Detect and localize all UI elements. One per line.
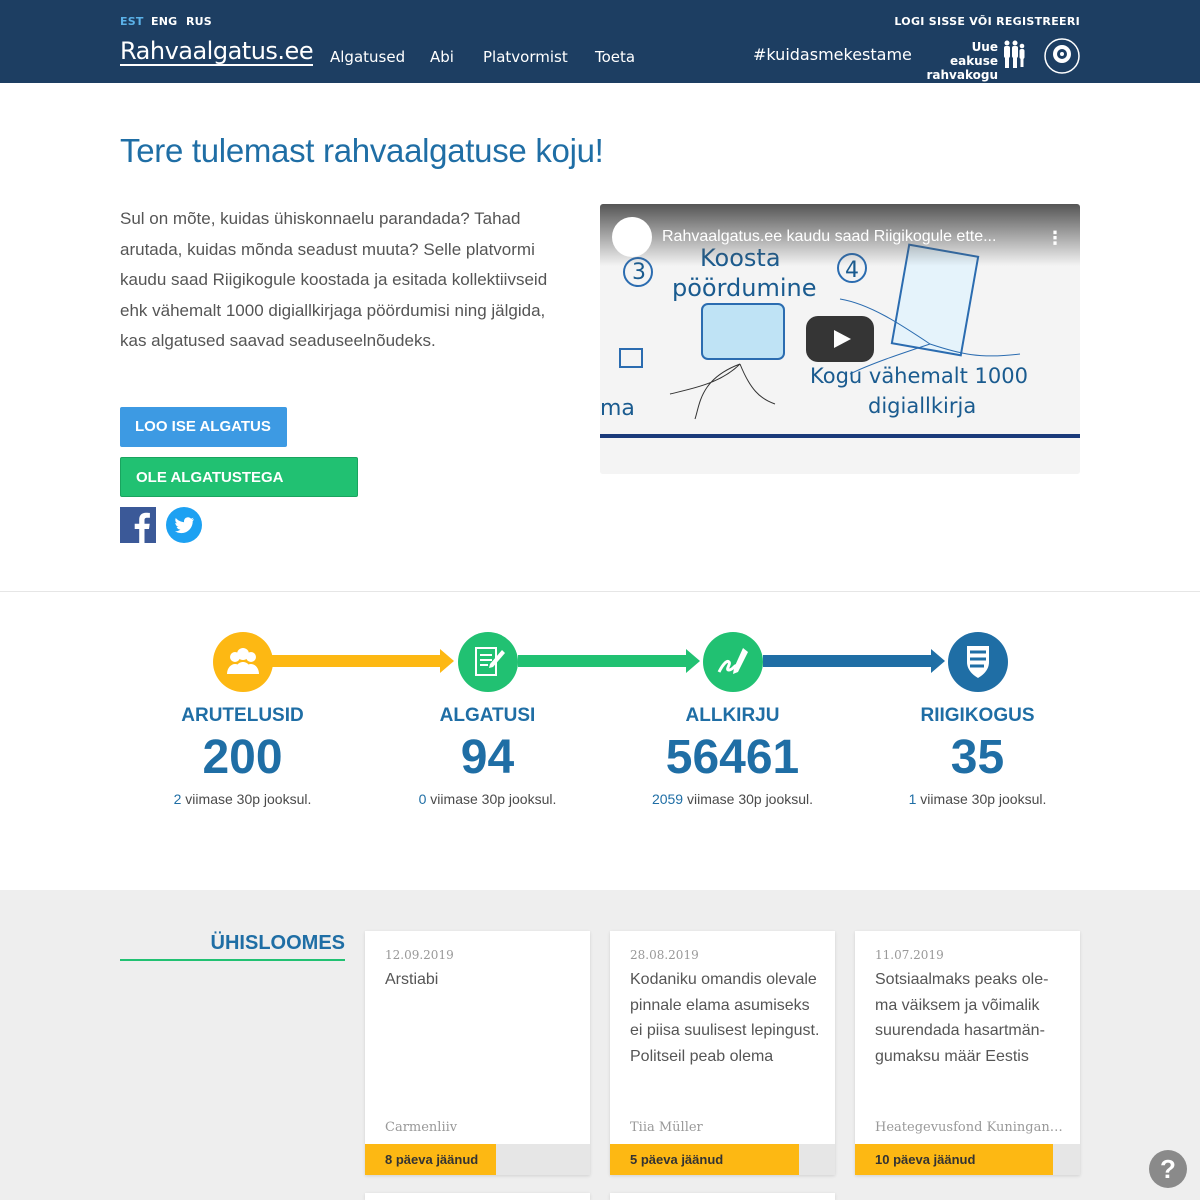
login-link[interactable]: LOGI SISSE VÕI REGISTREERI (894, 15, 1080, 28)
stat-label-discussions: ARUTELUSID (181, 705, 304, 726)
nav-platvormist[interactable]: Platvormist (483, 48, 568, 66)
subscribe-button[interactable]: OLE ALGATUSTEGA KURSIS (120, 457, 358, 526)
stat-recent-initiatives: 0 viimase 30p jooksul. (365, 791, 610, 807)
stat-value-discussions: 200 (202, 731, 283, 784)
kebab-menu-icon[interactable]: ⋮ (1046, 228, 1064, 249)
video-text-digiallkirja: digiallkirja (868, 394, 977, 418)
hashtag-link[interactable]: #kuidasmekestame (753, 45, 912, 64)
initiative-card[interactable]: 11.07.2019 Sotsiaalmaks peaks ole­ma väi… (855, 931, 1080, 1175)
stat-recent-parliament: 1 viimase 30p jooksul. (855, 791, 1100, 807)
nav-algatused[interactable]: Algatused (330, 48, 405, 66)
card-author: Carmenliiv (385, 1120, 458, 1135)
days-left-label: 10 päeva jäänud (875, 1152, 976, 1167)
video-text-poordumine: pöördumine (672, 274, 817, 302)
card-title[interactable]: Arstiabi (385, 967, 575, 993)
play-button[interactable] (806, 316, 874, 362)
initiative-card[interactable]: 28.08.2019 Kodaniku omandis ole­vale pin… (610, 931, 835, 1175)
nav-toeta[interactable]: Toeta (595, 48, 635, 66)
top-header: EST ENG RUS LOGI SISSE VÕI REGISTREERI R… (0, 0, 1200, 83)
video-title[interactable]: Rahvaalgatus.ee kaudu saad Riigikogule e… (662, 228, 1042, 246)
deadline-progress-bar: 10 päeva jäänud (855, 1144, 1080, 1175)
initiative-card-next[interactable] (365, 1193, 590, 1200)
card-author: Heategevusfond Kuninganna Lapsed (875, 1120, 1065, 1135)
facebook-icon[interactable] (120, 507, 156, 543)
channel-avatar[interactable] (612, 217, 652, 257)
document-edit-icon (458, 632, 518, 692)
partner-logo-text: Uue eakuse rahvakogu (926, 40, 998, 82)
stat-recent-suffix: viimase 30p jooksul. (683, 791, 814, 807)
page-title: Tere tulemast rahvaalgatuse koju! (120, 132, 604, 169)
section-divider (0, 591, 1200, 592)
twitter-icon[interactable] (166, 507, 202, 543)
progress-arrow-3 (763, 655, 933, 667)
stat-recent-signatures: 2059 viimase 30p jooksul. (610, 791, 855, 807)
stat-label-parliament: RIIGIKOGUS (920, 705, 1035, 726)
stat-label-signatures: ALLKIRJU (685, 705, 780, 726)
stat-value-signatures: 56461 (665, 731, 800, 784)
nav-abi[interactable]: Abi (430, 48, 454, 66)
intro-video[interactable]: 3 4 Koosta pöördumine Kogu vähemalt 1000… (600, 204, 1080, 474)
lang-rus[interactable]: RUS (186, 15, 212, 28)
lang-est[interactable]: EST (120, 15, 144, 28)
progress-arrow-2 (518, 655, 688, 667)
card-author: Tiia Müller (630, 1120, 703, 1135)
people-icon (213, 632, 273, 692)
site-logo[interactable]: Rahvaalgatus.ee (120, 38, 314, 66)
stat-recent-suffix: viimase 30p jooksul. (181, 791, 312, 807)
signature-icon (703, 632, 763, 692)
stat-recent-count: 2059 (651, 791, 684, 807)
stat-recent-discussions: 2 viimase 30p jooksul. (120, 791, 365, 807)
stat-value-initiatives: 94 (460, 731, 515, 784)
card-date: 11.07.2019 (875, 948, 944, 962)
card-date: 28.08.2019 (630, 948, 699, 962)
progress-arrowhead-1 (440, 649, 454, 673)
card-title[interactable]: Kodaniku omandis ole­vale pinnale elama … (630, 967, 820, 1069)
progress-arrowhead-2 (686, 649, 700, 673)
intro-text: Sul on mõte, kuidas ühiskonnaelu paranda… (120, 209, 548, 351)
progress-arrow-1 (272, 655, 442, 667)
video-text-kogu: Kogu vähemalt 1000 (810, 364, 1028, 388)
people-figures-icon (1004, 40, 1025, 68)
create-initiative-button[interactable]: LOO ISE ALGATUS (120, 407, 287, 447)
card-title[interactable]: Sotsiaalmaks peaks ole­ma väiksem ja või… (875, 967, 1065, 1069)
section-title-underline (120, 959, 345, 961)
card-date: 12.09.2019 (385, 948, 454, 962)
stat-recent-suffix: viimase 30p jooksul. (916, 791, 1047, 807)
coat-of-arms-icon (948, 632, 1008, 692)
stat-recent-suffix: viimase 30p jooksul. (426, 791, 557, 807)
stat-value-parliament: 35 (950, 731, 1005, 784)
days-left-label: 5 päeva jäänud (630, 1152, 724, 1167)
video-text-ma: ma (600, 396, 635, 421)
deadline-progress-bar: 8 päeva jäänud (365, 1144, 590, 1175)
lang-eng[interactable]: ENG (151, 15, 177, 28)
initiative-card-next[interactable] (610, 1193, 835, 1200)
partner-logo[interactable]: Uue eakuse rahvakogu (922, 40, 1026, 82)
days-left-label: 8 päeva jäänud (385, 1152, 479, 1167)
progress-arrowhead-3 (931, 649, 945, 673)
help-icon[interactable]: ? (1149, 1150, 1187, 1188)
initiative-card[interactable]: 12.09.2019 Arstiabi Carmenliiv 8 päeva j… (365, 931, 590, 1175)
play-icon (834, 330, 851, 348)
stat-label-initiatives: ALGATUSI (439, 705, 536, 726)
deadline-progress-bar: 5 päeva jäänud (610, 1144, 835, 1175)
donation-seal-icon[interactable] (1044, 38, 1080, 74)
section-title: ÜHISLOOMES (210, 932, 345, 954)
